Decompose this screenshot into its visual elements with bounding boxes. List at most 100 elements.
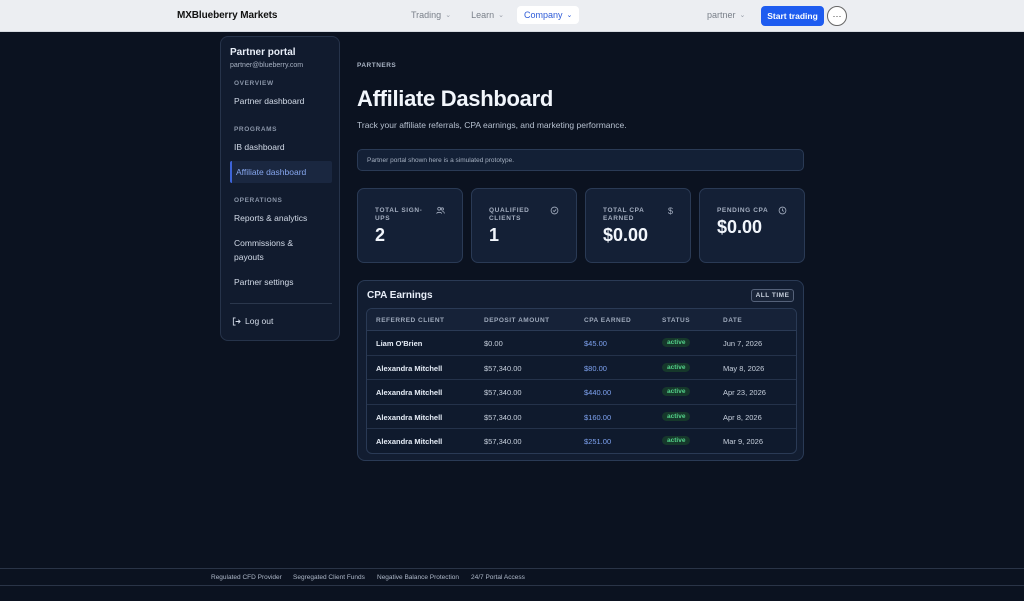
nav-learn[interactable]: Learn ⌄ (464, 6, 511, 24)
kpi-value: $0.00 (717, 217, 763, 237)
sidebar-item-affiliate-dashboard[interactable]: Affiliate dashboard (230, 161, 332, 183)
column-header: REFERRED CLIENT (376, 317, 445, 324)
nav-trading-label: Trading (411, 10, 442, 20)
sidebar: Partner portal partner@blueberry.com OVE… (220, 36, 340, 341)
nav-links: Trading ⌄ Learn ⌄ Company ⌄ (404, 6, 580, 24)
kpi-label: TOTAL SIGN-UPS (375, 207, 423, 222)
footer-item: Segregated Client Funds (293, 574, 365, 581)
status-badge: active (662, 362, 691, 372)
cpa-cell: $251.00 (584, 437, 612, 447)
partner-menu-label: partner (707, 10, 736, 20)
cpa-earnings-panel: CPA Earnings ALL TIME REFERRED CLIENT DE… (357, 280, 804, 461)
status-badge: active (662, 411, 691, 421)
section-overview: OVERVIEW (234, 80, 274, 87)
chevron-down-icon: ⌄ (566, 12, 573, 19)
commissions-label-line1: Commissions & (234, 238, 294, 248)
earnings-table: REFERRED CLIENT DEPOSIT AMOUNT CPA EARNE… (366, 308, 797, 454)
section-programs: PROGRAMS (234, 126, 278, 133)
date-cell: Apr 8, 2026 (723, 412, 762, 422)
cpa-cell: $80.00 (584, 363, 607, 373)
date-cell: May 8, 2026 (723, 363, 765, 373)
cpa-earnings-title: CPA Earnings (367, 290, 433, 301)
logout-label: Log out (245, 316, 274, 326)
table-row[interactable]: Alexandra Mitchell $57,340.00 $160.00 ac… (367, 405, 796, 430)
column-header: DEPOSIT AMOUNT (484, 317, 550, 324)
kpi-value: 1 (489, 225, 500, 245)
users-icon (436, 206, 445, 217)
client-cell: Liam O'Brien (376, 339, 423, 348)
chevron-down-icon: ⌄ (445, 12, 452, 19)
kpi-qualified-clients: QUALIFIED CLIENTS 1 (471, 188, 577, 263)
sidebar-title: Partner portal (230, 47, 296, 58)
check-circle-icon (550, 206, 559, 217)
dollar-icon: $ (667, 206, 673, 216)
deposit-cell: $57,340.00 (484, 363, 522, 373)
deposit-cell: $57,340.00 (484, 437, 522, 447)
column-header: CPA EARNED (584, 317, 632, 324)
client-cell: Alexandra Mitchell (376, 412, 443, 422)
nav-company[interactable]: Company ⌄ (516, 6, 580, 24)
status-badge: active (662, 436, 691, 446)
status-badge: active (662, 338, 691, 347)
clock-icon (778, 206, 787, 217)
nav-learn-label: Learn (471, 10, 495, 20)
kpi-label: QUALIFIED CLIENTS (489, 207, 530, 222)
start-trading-button[interactable]: Start trading (761, 6, 824, 26)
chevron-down-icon: ⌄ (739, 12, 746, 19)
kpi-value: 2 (375, 225, 386, 245)
logout-button[interactable]: Log out (232, 316, 273, 326)
sidebar-item-partner-dashboard[interactable]: Partner dashboard (234, 94, 304, 108)
kpi-total-signups: TOTAL SIGN-UPS 2 (357, 188, 463, 263)
top-nav: MXBlueberry Markets Trading ⌄ Learn ⌄ Co… (0, 0, 1024, 32)
time-filter-button[interactable]: ALL TIME (751, 289, 794, 302)
cpa-cell: $440.00 (584, 388, 612, 398)
sidebar-item-commissions[interactable]: Commissions & payouts (234, 236, 293, 264)
kpi-total-cpa-earned: TOTAL CPA EARNED $ $0.00 (585, 188, 691, 263)
partner-menu[interactable]: partner ⌄ (707, 10, 745, 20)
column-header: DATE (723, 317, 743, 324)
kpi-value: $0.00 (603, 225, 649, 245)
cpa-cell: $45.00 (584, 339, 607, 348)
deposit-cell: $57,340.00 (484, 412, 522, 422)
client-cell: Alexandra Mitchell (376, 437, 443, 447)
table-row[interactable]: Alexandra Mitchell $57,340.00 $440.00 ac… (367, 380, 796, 405)
deposit-cell: $0.00 (484, 339, 503, 348)
table-row[interactable]: Liam O'Brien $0.00 $45.00 active Jun 7, … (367, 331, 796, 356)
date-cell: Mar 9, 2026 (723, 437, 764, 447)
prototype-notice: Partner portal shown here is a simulated… (357, 149, 804, 171)
brand-logo[interactable]: MXBlueberry Markets (177, 10, 277, 21)
date-cell: Jun 7, 2026 (723, 339, 763, 348)
client-cell: Alexandra Mitchell (376, 363, 443, 373)
footer: Regulated CFD Provider Segregated Client… (0, 568, 1024, 586)
kpi-pending-cpa: PENDING CPA $0.00 (699, 188, 805, 263)
sidebar-item-settings[interactable]: Partner settings (234, 275, 294, 289)
client-cell: Alexandra Mitchell (376, 388, 443, 398)
cpa-cell: $160.00 (584, 412, 612, 422)
sidebar-item-ib-dashboard[interactable]: IB dashboard (234, 140, 285, 154)
status-badge: active (662, 387, 691, 397)
section-operations: OPERATIONS (234, 197, 283, 204)
table-header: REFERRED CLIENT DEPOSIT AMOUNT CPA EARNE… (367, 309, 796, 331)
sidebar-item-reports[interactable]: Reports & analytics (234, 211, 307, 225)
table-row[interactable]: Alexandra Mitchell $57,340.00 $251.00 ac… (367, 429, 796, 453)
column-header: STATUS (662, 317, 691, 324)
sidebar-email: partner@blueberry.com (230, 62, 304, 69)
table-row[interactable]: Alexandra Mitchell $57,340.00 $80.00 act… (367, 356, 796, 381)
page-subtitle: Track your affiliate referrals, CPA earn… (357, 120, 627, 130)
commissions-label-line2: payouts (234, 252, 264, 262)
chevron-down-icon: ⌄ (498, 12, 504, 19)
kpi-label: TOTAL CPA EARNED (603, 207, 645, 222)
logout-icon (232, 316, 241, 326)
nav-trading[interactable]: Trading ⌄ (404, 6, 458, 24)
footer-item: 24/7 Portal Access (471, 574, 525, 581)
kpi-label: PENDING CPA (717, 207, 769, 214)
more-icon[interactable]: ··· (827, 6, 847, 26)
page-title: Affiliate Dashboard (357, 86, 553, 111)
sidebar-divider (230, 303, 332, 304)
date-cell: Apr 23, 2026 (723, 388, 766, 398)
nav-company-label: Company (523, 10, 563, 20)
breadcrumb: PARTNERS (357, 62, 397, 69)
footer-item: Negative Balance Protection (377, 574, 460, 581)
deposit-cell: $57,340.00 (484, 388, 522, 398)
footer-item: Regulated CFD Provider (211, 574, 282, 581)
